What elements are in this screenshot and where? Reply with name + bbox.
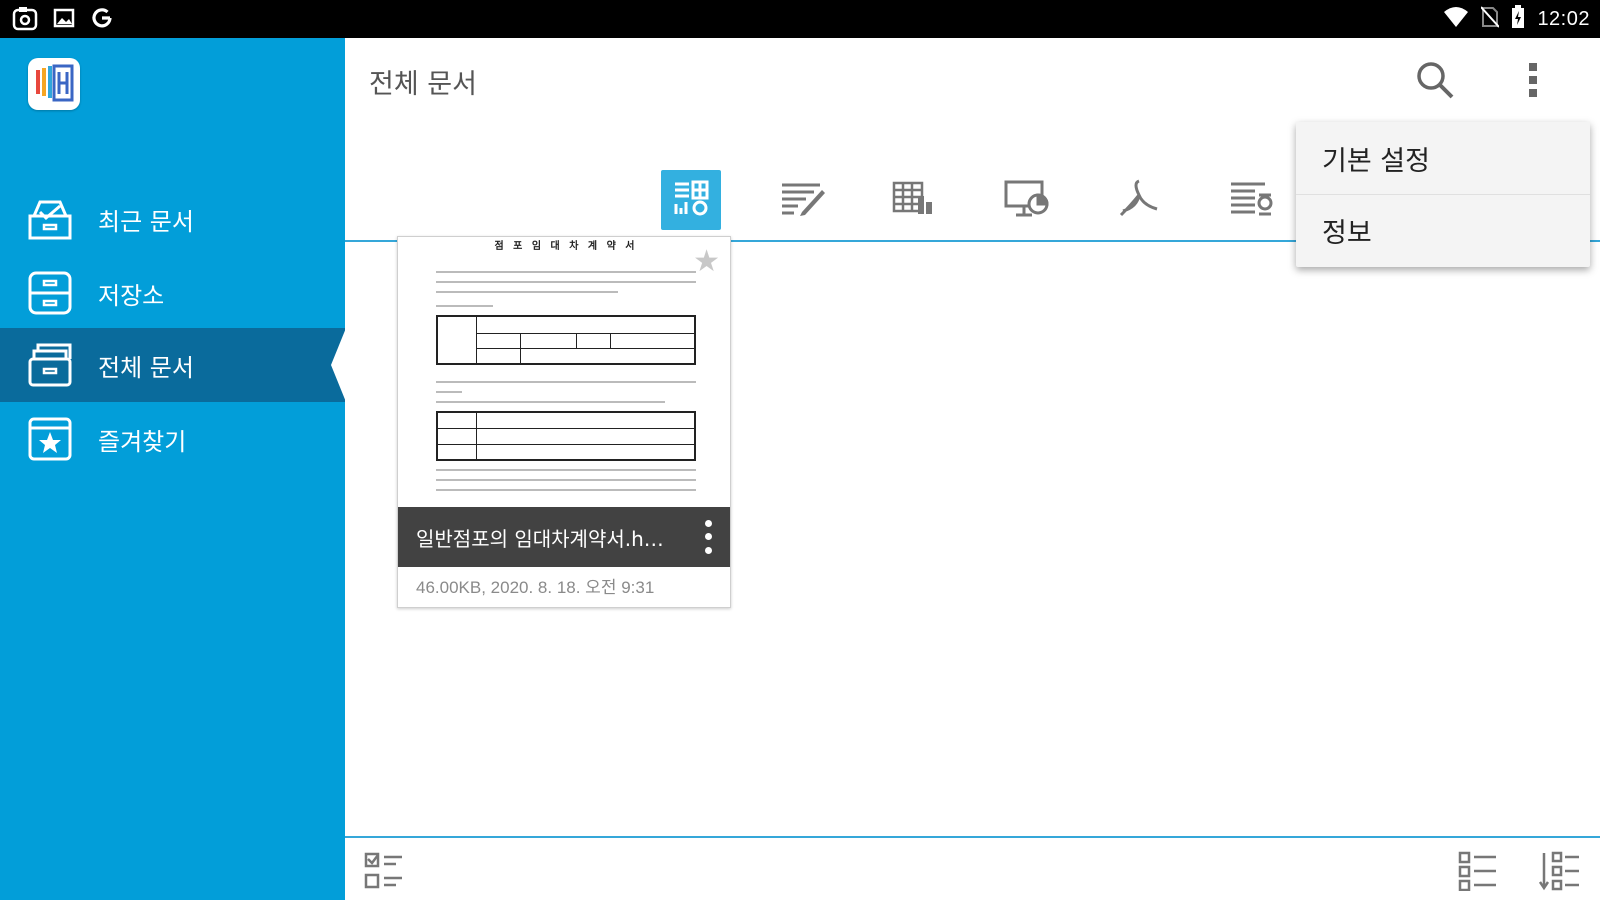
hwp-doc-icon — [1229, 179, 1273, 221]
word-doc-icon — [780, 180, 826, 220]
google-icon — [90, 6, 114, 36]
document-name: 일반점포의 임대차계약서.h… — [416, 526, 664, 551]
all-documents-icon — [24, 339, 76, 391]
preview-table — [436, 315, 696, 365]
bottom-toolbar — [345, 836, 1600, 900]
storage-drawer-icon — [24, 267, 76, 319]
presentation-icon — [1004, 179, 1050, 221]
sidebar-item-storage[interactable]: 저장소 — [0, 256, 345, 330]
wifi-icon — [1443, 6, 1469, 32]
filter-sheet[interactable] — [885, 170, 945, 230]
filter-all-types[interactable] — [661, 170, 721, 230]
menu-item-info[interactable]: 정보 — [1296, 194, 1590, 266]
list-view-icon[interactable] — [1455, 848, 1501, 894]
sidebar-item-favorites[interactable]: 즐겨찾기 — [0, 402, 345, 476]
filter-slide[interactable] — [997, 170, 1057, 230]
sidebar: 최근 문서 저장소 전체 문서 즐겨찾기 — [0, 38, 346, 900]
document-more-icon[interactable] — [698, 517, 718, 557]
filter-pdf[interactable] — [1109, 170, 1169, 230]
camera-icon — [12, 6, 38, 36]
pdf-icon — [1119, 179, 1159, 221]
sidebar-item-label: 저장소 — [98, 281, 165, 310]
multi-select-icon[interactable] — [361, 848, 407, 894]
preview-title: 점 포 임 대 차 계 약 서 — [494, 241, 638, 252]
search-icon[interactable] — [1411, 56, 1459, 104]
overflow-menu: 기본 설정 정보 — [1296, 122, 1590, 267]
filter-hwp[interactable] — [1221, 170, 1281, 230]
all-types-icon — [671, 178, 711, 222]
sidebar-item-label: 즐겨찾기 — [98, 427, 187, 456]
filter-word[interactable] — [773, 170, 833, 230]
favorite-star-icon — [24, 413, 76, 465]
spreadsheet-icon — [892, 180, 938, 220]
sidebar-item-label: 전체 문서 — [98, 353, 194, 382]
hancom-viewer-logo-icon — [28, 58, 80, 110]
more-vert-icon[interactable] — [1509, 56, 1557, 104]
sidebar-item-all-documents[interactable]: 전체 문서 — [0, 328, 346, 402]
clock: 12:02 — [1537, 7, 1590, 30]
battery-charging-icon — [1511, 5, 1525, 33]
sidebar-item-label: 최근 문서 — [98, 207, 194, 236]
gallery-icon — [52, 6, 76, 36]
no-sim-icon — [1480, 6, 1501, 32]
recent-inbox-icon — [24, 193, 76, 245]
favorite-star-icon[interactable]: ★ — [693, 247, 720, 277]
document-meta: 46.00KB, 2020. 8. 18. 오전 9:31 — [416, 578, 655, 597]
status-bar: 12:02 — [0, 0, 1600, 38]
active-indicator — [331, 328, 346, 402]
sidebar-item-recent[interactable]: 최근 문서 — [0, 182, 345, 256]
sort-icon[interactable] — [1537, 848, 1583, 894]
preview-table-2 — [436, 411, 696, 461]
menu-item-settings[interactable]: 기본 설정 — [1296, 122, 1590, 194]
document-card[interactable]: 점 포 임 대 차 계 약 서 ★ 일반점포의 임대차계약서.h… 46.00K… — [397, 236, 731, 608]
page-title: 전체 문서 — [369, 69, 477, 100]
document-title-overlay: 일반점포의 임대차계약서.h… — [398, 507, 730, 567]
